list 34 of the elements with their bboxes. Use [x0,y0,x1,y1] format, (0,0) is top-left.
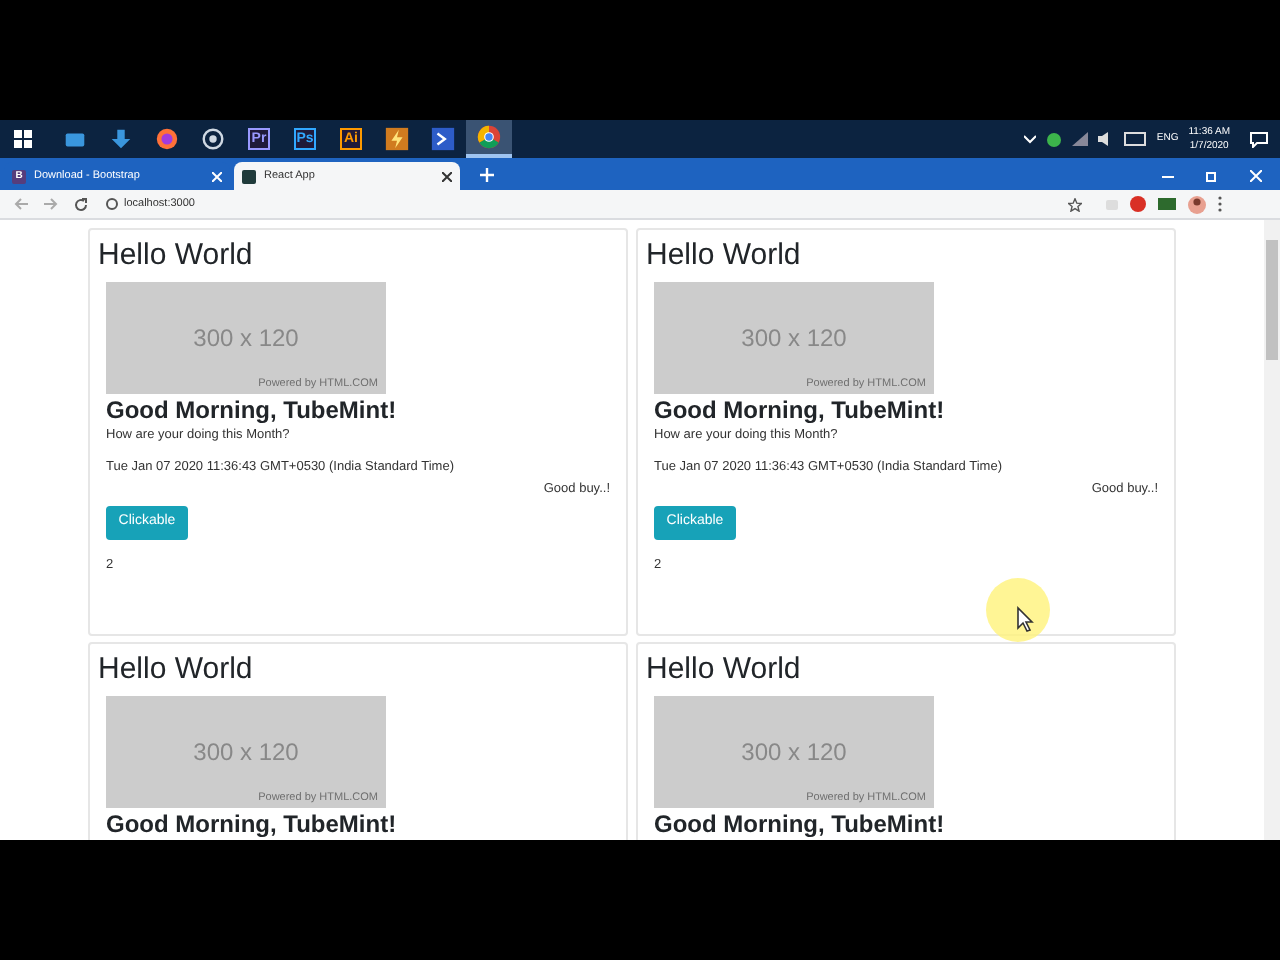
image-size-label: 300 x 120 [741,736,847,770]
ring-icon[interactable] [200,126,226,152]
windows-logo-icon[interactable] [14,130,32,148]
card-heading: Hello World [646,238,803,276]
reload-icon[interactable] [74,197,88,211]
card-heading: Hello World [98,652,255,690]
bolt-icon[interactable] [384,126,410,152]
new-tab-icon[interactable] [480,168,494,182]
close-icon[interactable] [442,171,452,181]
chevron-up-icon[interactable] [1024,134,1037,144]
restore-icon[interactable] [1206,170,1218,182]
image-size-label: 300 x 120 [193,322,299,356]
keyboard-icon[interactable] [1124,132,1147,146]
card-heading: Hello World [646,652,803,690]
card-greeting: Good Morning, TubeMint! [106,396,399,426]
cursor-highlight-icon [984,576,1052,644]
image-size-label: 300 x 120 [741,322,847,356]
card-greeting: Good Morning, TubeMint! [654,810,947,840]
tab-favicon-icon [242,169,256,183]
network-icon[interactable] [1072,132,1089,146]
notification-icon[interactable] [1250,131,1268,147]
avatar-icon[interactable] [1188,195,1206,213]
star-icon[interactable] [1068,197,1082,211]
card-greeting: Good Morning, TubeMint! [106,810,399,840]
chrome-icon[interactable] [476,124,502,150]
browser-icon[interactable] [154,126,180,152]
image-size-label: 300 x 120 [193,736,299,770]
card-heading: Hello World [98,238,255,276]
card-greeting: Good Morning, TubeMint! [654,396,947,426]
terminal-icon[interactable] [430,126,456,152]
minimize-icon[interactable] [1162,175,1174,177]
scrollbar[interactable] [1264,220,1280,840]
download-arrow-icon[interactable] [108,126,134,152]
info-icon [106,198,118,210]
